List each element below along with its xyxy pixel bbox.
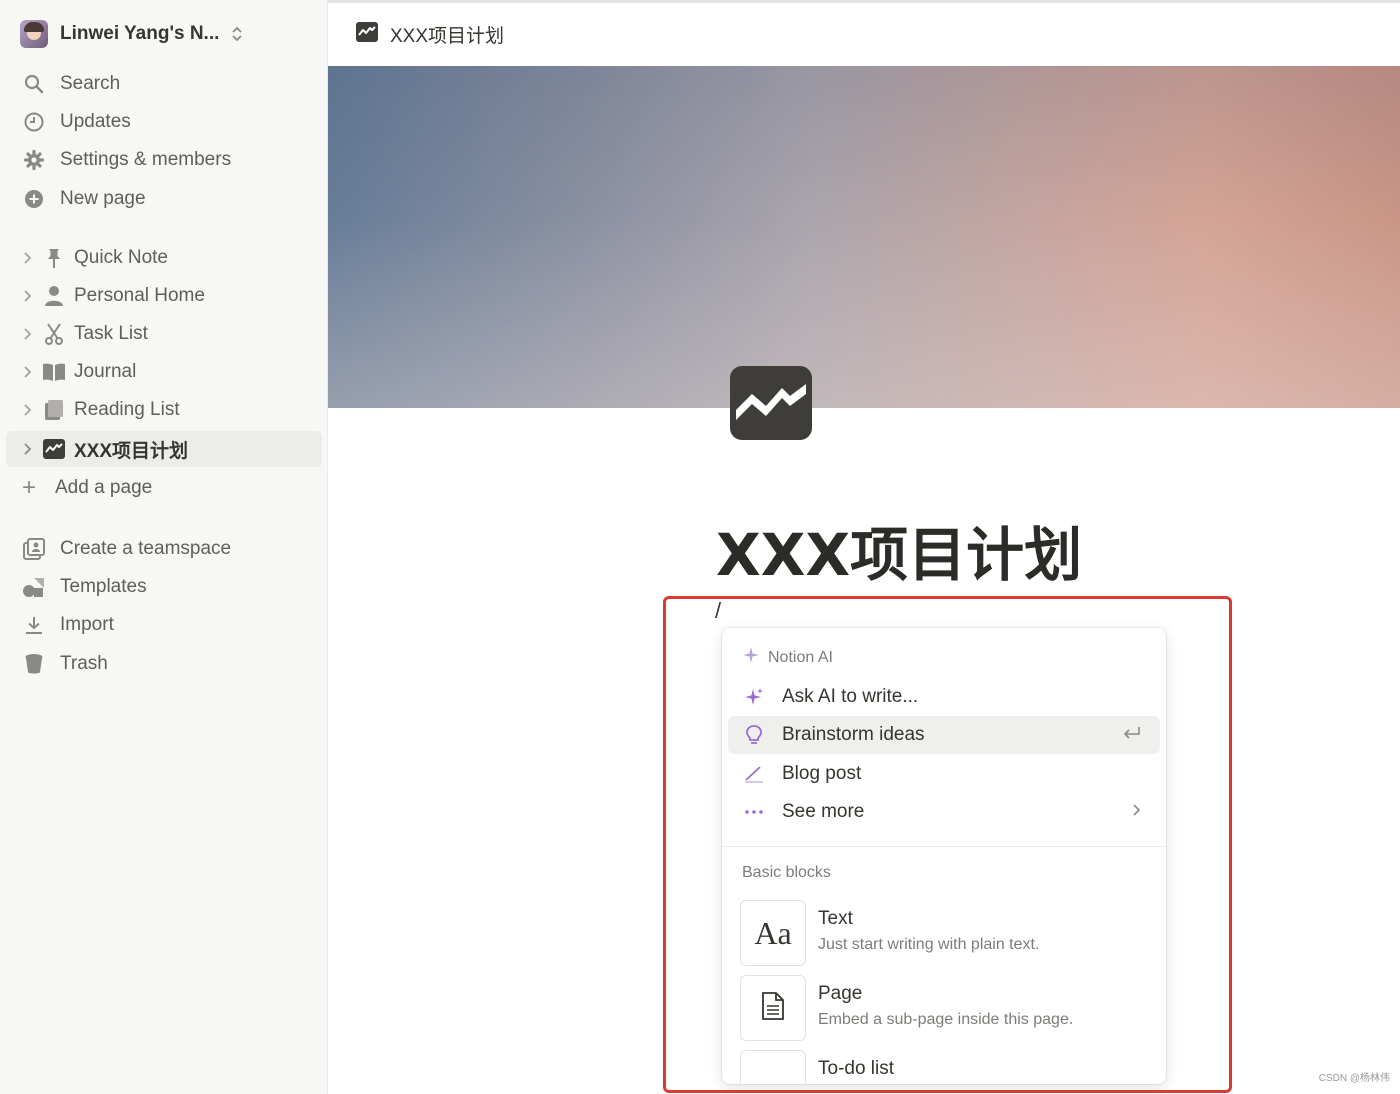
sidebar-search[interactable]: Search <box>20 68 120 100</box>
sidebar-item-reading-list[interactable]: Reading List <box>6 392 322 428</box>
add-page-label: Add a page <box>55 477 153 498</box>
sidebar-templates[interactable]: Templates <box>20 571 147 603</box>
menu-section-basic-blocks: Basic blocks <box>742 864 831 881</box>
chart-icon <box>356 21 378 48</box>
teamspace-icon <box>20 537 48 561</box>
create-teamspace-label: Create a teamspace <box>60 538 232 559</box>
workspace-switcher[interactable]: Linwei Yang's N... <box>20 18 243 50</box>
menu-block-text[interactable]: Aa Text Just start writing with plain te… <box>740 900 1039 966</box>
text-block-thumbnail: Aa <box>740 900 806 966</box>
page-block-thumbnail <box>740 975 806 1041</box>
shapes-icon <box>20 576 48 598</box>
menu-item-see-more[interactable]: See more <box>728 793 1160 831</box>
menu-item-ask-ai[interactable]: Ask AI to write... <box>728 678 1160 716</box>
sidebar-item-task-list[interactable]: Task List <box>6 316 322 352</box>
sidebar-item-personal-home[interactable]: Personal Home <box>6 278 322 314</box>
sidebar: Linwei Yang's N... Search Updates Settin… <box>0 0 328 1094</box>
pin-icon <box>40 247 68 269</box>
sidebar-create-teamspace[interactable]: Create a teamspace <box>20 533 231 565</box>
slash-command-menu: Notion AI Ask AI to write... Brainstorm … <box>722 628 1166 1084</box>
todo-block-thumbnail <box>740 1050 806 1084</box>
chevron-right-icon[interactable] <box>16 442 40 456</box>
top-bar: XXX项目计划 <box>328 0 1400 66</box>
text-aa-icon: Aa <box>754 914 792 951</box>
sidebar-updates[interactable]: Updates <box>20 106 131 138</box>
clock-icon <box>20 111 48 133</box>
sidebar-item-label: XXX项目计划 <box>74 440 189 462</box>
sidebar-trash[interactable]: Trash <box>20 648 108 680</box>
chevron-right-icon[interactable] <box>16 289 40 303</box>
download-icon <box>20 615 48 635</box>
slash-command-input[interactable]: / <box>715 598 721 624</box>
workspace-avatar <box>20 20 48 48</box>
chart-icon <box>40 439 68 459</box>
book-icon <box>40 362 68 382</box>
sparkle-icon <box>742 646 760 669</box>
sidebar-settings-label: Settings & members <box>60 149 232 170</box>
workspace-name: Linwei Yang's N... <box>60 23 220 44</box>
enter-key-icon <box>1122 725 1142 746</box>
chevron-updown-icon <box>231 25 243 43</box>
checkbox-icon <box>748 1070 798 1084</box>
sidebar-search-label: Search <box>60 73 121 94</box>
plus-circle-icon <box>20 188 48 210</box>
page-icon-chart[interactable] <box>730 366 812 440</box>
lightbulb-icon <box>742 724 766 746</box>
chevron-right-icon[interactable] <box>16 365 40 379</box>
sidebar-new-page-label: New page <box>60 188 146 209</box>
sidebar-item-xxx-plan[interactable]: XXX项目计划 <box>6 431 322 467</box>
sidebar-settings[interactable]: Settings & members <box>20 144 231 176</box>
page-cover[interactable] <box>328 66 1400 408</box>
sidebar-item-label: Task List <box>74 323 148 344</box>
sidebar-item-label: Reading List <box>74 399 180 420</box>
document-icon <box>761 991 785 1026</box>
chevron-right-icon[interactable] <box>16 403 40 417</box>
menu-block-todo[interactable]: To-do list <box>740 1050 894 1084</box>
sidebar-new-page[interactable]: New page <box>20 183 146 215</box>
page-title[interactable]: XXX项目计划 <box>716 508 1082 592</box>
person-icon <box>40 285 68 307</box>
menu-section-notion-ai: Notion AI <box>742 646 833 669</box>
plus-icon: + <box>21 474 36 501</box>
add-page-button[interactable]: + Add a page <box>18 472 152 504</box>
pen-icon <box>742 765 766 783</box>
sidebar-item-label: Personal Home <box>74 285 205 306</box>
chevron-right-icon <box>1132 803 1142 822</box>
sidebar-import[interactable]: Import <box>20 609 114 641</box>
sparkle-icon <box>742 687 766 707</box>
sidebar-item-quick-note[interactable]: Quick Note <box>6 240 322 276</box>
chevron-right-icon[interactable] <box>16 327 40 341</box>
menu-item-blog-post[interactable]: Blog post <box>728 755 1160 793</box>
templates-label: Templates <box>60 576 147 597</box>
more-icon <box>742 809 766 815</box>
books-icon <box>40 399 68 421</box>
sidebar-item-journal[interactable]: Journal <box>6 354 322 390</box>
watermark: CSDN @杨林伟 <box>1318 1073 1390 1084</box>
import-label: Import <box>60 614 114 635</box>
trash-icon <box>20 653 48 675</box>
menu-block-page[interactable]: Page Embed a sub-page inside this page. <box>740 975 1073 1041</box>
gear-icon <box>20 149 48 171</box>
scissors-icon <box>40 323 68 345</box>
sidebar-item-label: Quick Note <box>74 247 168 268</box>
chevron-right-icon[interactable] <box>16 251 40 265</box>
sidebar-item-label: Journal <box>74 361 137 382</box>
breadcrumb[interactable]: XXX项目计划 <box>356 21 504 48</box>
menu-item-brainstorm[interactable]: Brainstorm ideas <box>728 716 1160 754</box>
search-icon <box>20 74 48 94</box>
trash-label: Trash <box>60 653 108 674</box>
menu-divider <box>722 846 1166 847</box>
sidebar-updates-label: Updates <box>60 111 131 132</box>
breadcrumb-title: XXX项目计划 <box>390 26 505 47</box>
